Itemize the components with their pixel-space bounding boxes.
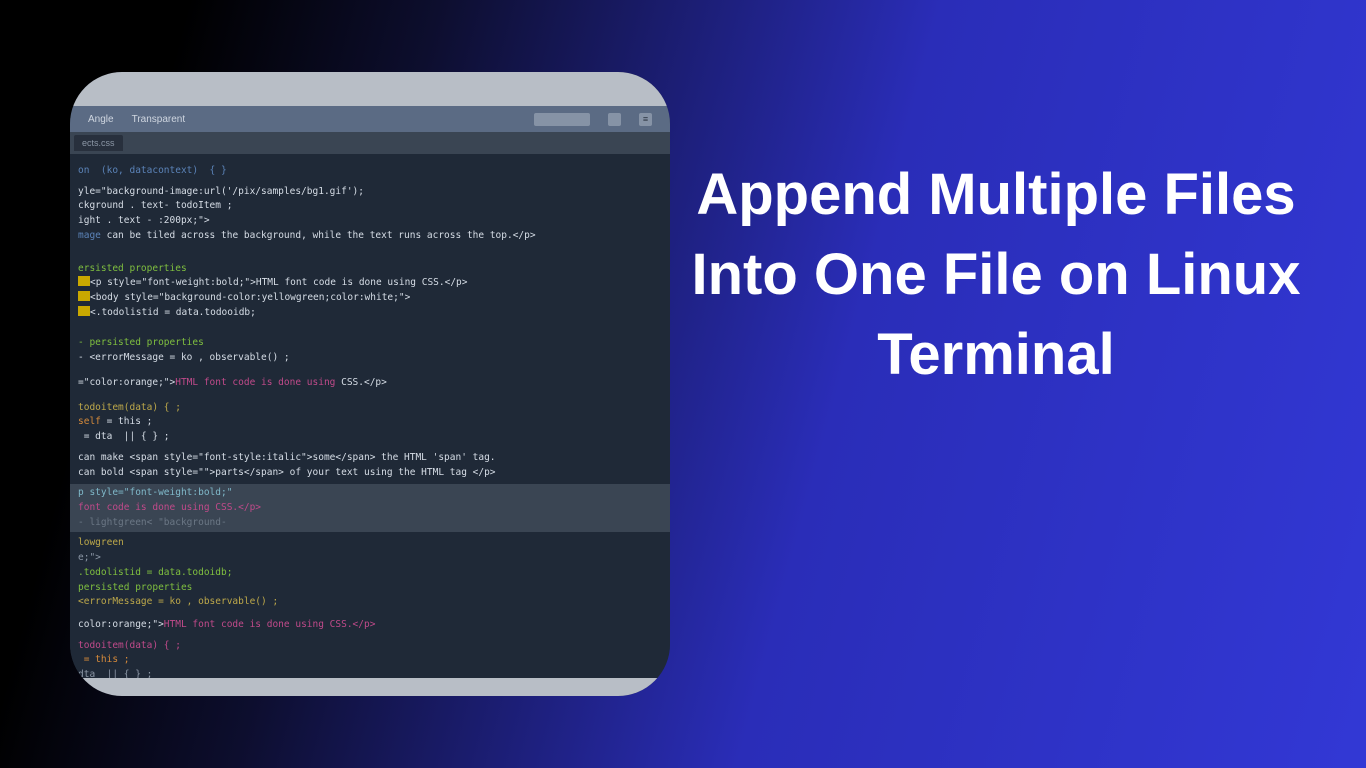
code-line: - <errorMessage = ko , observable() ; xyxy=(78,351,662,366)
code-span: lowgreen xyxy=(78,537,124,548)
highlight-icon: .. xyxy=(78,306,90,316)
code-comment: persisted properties xyxy=(78,582,192,593)
code-span: font code is done using CSS.</p> xyxy=(78,502,261,513)
code-span: todoitem(data) { ; xyxy=(78,402,181,413)
code-span: <body style="background-color:yellowgree… xyxy=(90,292,410,303)
toolbar-button[interactable] xyxy=(608,113,621,126)
code-span: dta || { } ; xyxy=(78,669,152,678)
code-span: HTML font code is done using CSS.</p> xyxy=(164,619,376,630)
window-titlebar xyxy=(70,72,670,106)
code-span: - lightgreen< "background- xyxy=(78,517,227,528)
highlighted-block: p style="font-weight:bold;" font code is… xyxy=(70,484,670,532)
main-title: Append Multiple Files Into One File on L… xyxy=(686,155,1306,395)
code-line: ight . text - :200px;"> xyxy=(78,214,662,229)
code-line: = dta || { } ; xyxy=(78,430,662,445)
code-span: = this ; xyxy=(78,654,129,665)
code-span: color:orange;"> xyxy=(78,619,164,630)
menu-bar: Angle Transparent ≡ xyxy=(70,106,670,132)
code-span: todoitem(data) { ; xyxy=(78,640,181,651)
code-span: .todolistid = data.todoidb; xyxy=(78,567,232,578)
code-span: CSS.</p> xyxy=(335,377,386,388)
code-span: <.todolistid = data.todooidb; xyxy=(90,307,256,318)
code-comment: ersisted properties xyxy=(78,263,187,274)
code-span: <p style="font-weight:bold;">HTML font c… xyxy=(90,277,468,288)
tab-bar: ects.css xyxy=(70,132,670,154)
menu-icon[interactable]: ≡ xyxy=(639,113,652,126)
status-bar xyxy=(70,678,670,696)
code-span: mage xyxy=(78,230,101,241)
search-input[interactable] xyxy=(534,113,590,126)
code-span: ="color:orange;"> xyxy=(78,377,175,388)
code-span: p style="font-weight:bold;" xyxy=(78,487,232,498)
menu-angle[interactable]: Angle xyxy=(88,114,114,125)
highlight-icon: .. xyxy=(78,291,90,301)
code-line: ckground . text- todoItem ; xyxy=(78,199,662,214)
code-keyword: on (ko, datacontext) { } xyxy=(78,165,227,176)
code-span: HTML font code is done using xyxy=(175,377,335,388)
code-span: <errorMessage = ko , observable() ; xyxy=(78,596,278,607)
highlight-icon: .. xyxy=(78,276,90,286)
code-area[interactable]: on (ko, datacontext) { } yle="background… xyxy=(70,154,670,678)
code-line: can make <span style="font-style:italic"… xyxy=(78,451,662,466)
code-span: = this ; xyxy=(101,416,152,427)
editor-window: Angle Transparent ≡ ects.css on (ko, dat… xyxy=(70,72,670,696)
file-tab[interactable]: ects.css xyxy=(74,135,123,151)
menu-transparent[interactable]: Transparent xyxy=(132,114,186,125)
code-comment: - persisted properties xyxy=(78,337,204,348)
code-line: yle="background-image:url('/pix/samples/… xyxy=(78,185,662,200)
code-line: can bold <span style="">parts</span> of … xyxy=(78,466,662,481)
code-span: e;"> xyxy=(78,552,101,563)
code-span: self xyxy=(78,416,101,427)
code-span: can be tiled across the background, whil… xyxy=(101,230,536,241)
